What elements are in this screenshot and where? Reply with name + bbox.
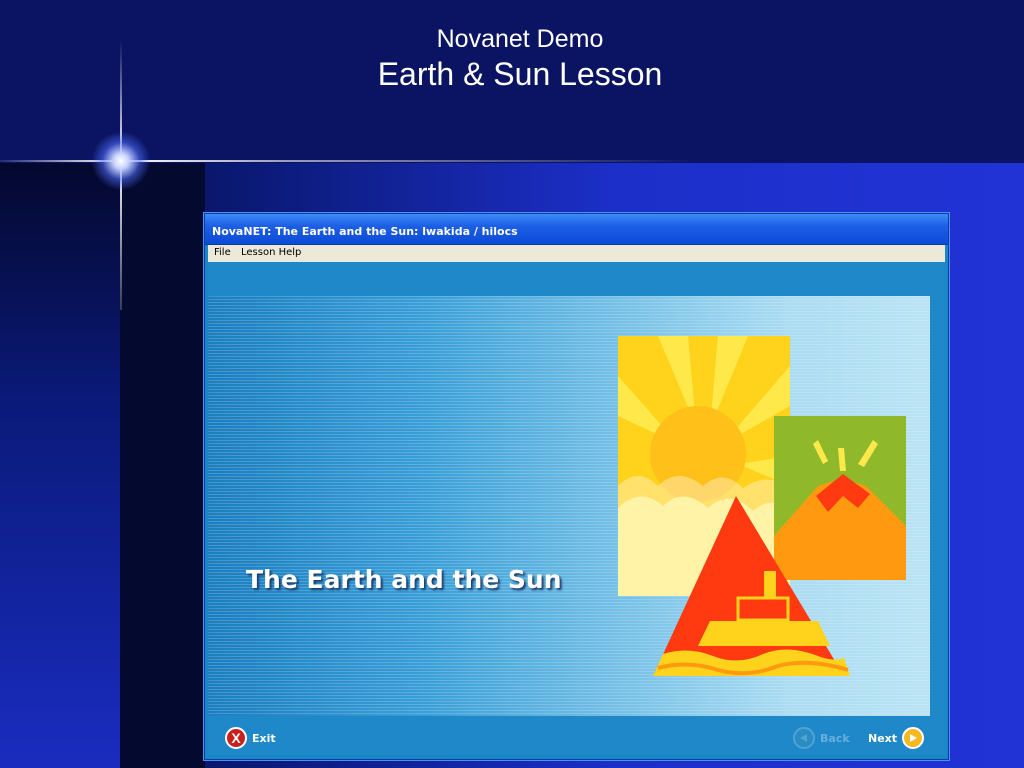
back-arrow-icon [793, 727, 815, 749]
window-title: NovaNET: The Earth and the Sun: lwakida … [212, 225, 518, 238]
next-button[interactable]: Next [868, 726, 925, 750]
back-button[interactable]: Back [793, 726, 850, 750]
slide-title-block: Novanet Demo Earth & Sun Lesson [0, 24, 1024, 94]
lesson-nav-bar: X Exit Back Next [208, 716, 945, 755]
lesson-title: The Earth and the Sun [246, 565, 562, 594]
slide-title: Earth & Sun Lesson [377, 56, 663, 92]
next-label: Next [868, 731, 898, 745]
menu-lesson-help[interactable]: Lesson Help [241, 247, 301, 258]
lesson-content: The Earth and the Sun X Exit Back Next [208, 262, 945, 755]
slide-subtitle: Novanet Demo [436, 25, 604, 53]
back-label: Back [820, 731, 850, 745]
exit-label: Exit [252, 731, 276, 745]
exit-button[interactable]: X Exit [225, 726, 276, 750]
light-flare-star-icon [92, 132, 150, 190]
next-arrow-icon [902, 727, 925, 749]
slide-left-panel [0, 163, 120, 768]
x-circle-icon: X [225, 727, 247, 749]
menu-bar: File Lesson Help [208, 245, 945, 262]
earth-sun-illustration [618, 336, 906, 676]
menu-file[interactable]: File [214, 247, 231, 258]
volcano-panel-icon [774, 416, 906, 580]
window-titlebar[interactable]: NovaNET: The Earth and the Sun: lwakida … [205, 214, 948, 245]
lesson-splash-panel: The Earth and the Sun [208, 296, 930, 716]
app-window: NovaNET: The Earth and the Sun: lwakida … [204, 213, 949, 760]
slide-left-strip [120, 163, 205, 768]
